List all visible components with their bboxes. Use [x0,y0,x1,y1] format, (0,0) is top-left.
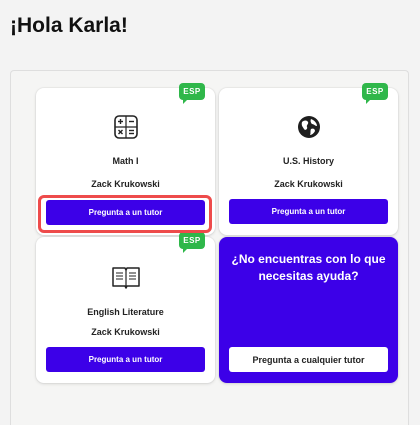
course-subject: U.S. History [282,156,334,166]
book-icon [111,267,140,289]
course-tutor: Zack Krukowski [91,327,160,337]
ask-tutor-button-history[interactable]: Pregunta a un tutor [229,199,388,224]
ask-tutor-button-english[interactable]: Pregunta a un tutor [46,347,205,372]
course-subject: English Literature [87,307,164,317]
help-prompt: ¿No encuentras con lo que necesitas ayud… [231,252,386,283]
highlight-outline [38,195,212,233]
course-card-history: U.S. History Zack Krukowski Pregunta a u… [219,88,398,235]
esp-badge: ESP [179,232,205,253]
esp-badge: ESP [362,83,388,104]
course-card-english: English Literature Zack Krukowski Pregun… [36,237,215,383]
any-tutor-card: ¿No encuentras con lo que necesitas ayud… [219,237,398,383]
ask-any-tutor-button[interactable]: Pregunta a cualquier tutor [229,347,388,372]
course-tutor: Zack Krukowski [91,179,160,189]
page: ¡Hola Karla! Math I Zack Krukowski Pregu… [0,0,420,425]
globe-icon [297,116,320,138]
esp-badge: ESP [179,83,205,104]
calculator-icon [113,115,138,139]
course-tutor: Zack Krukowski [274,179,343,189]
course-subject: Math I [112,156,139,166]
greeting-title: ¡Hola Karla! [10,14,128,37]
